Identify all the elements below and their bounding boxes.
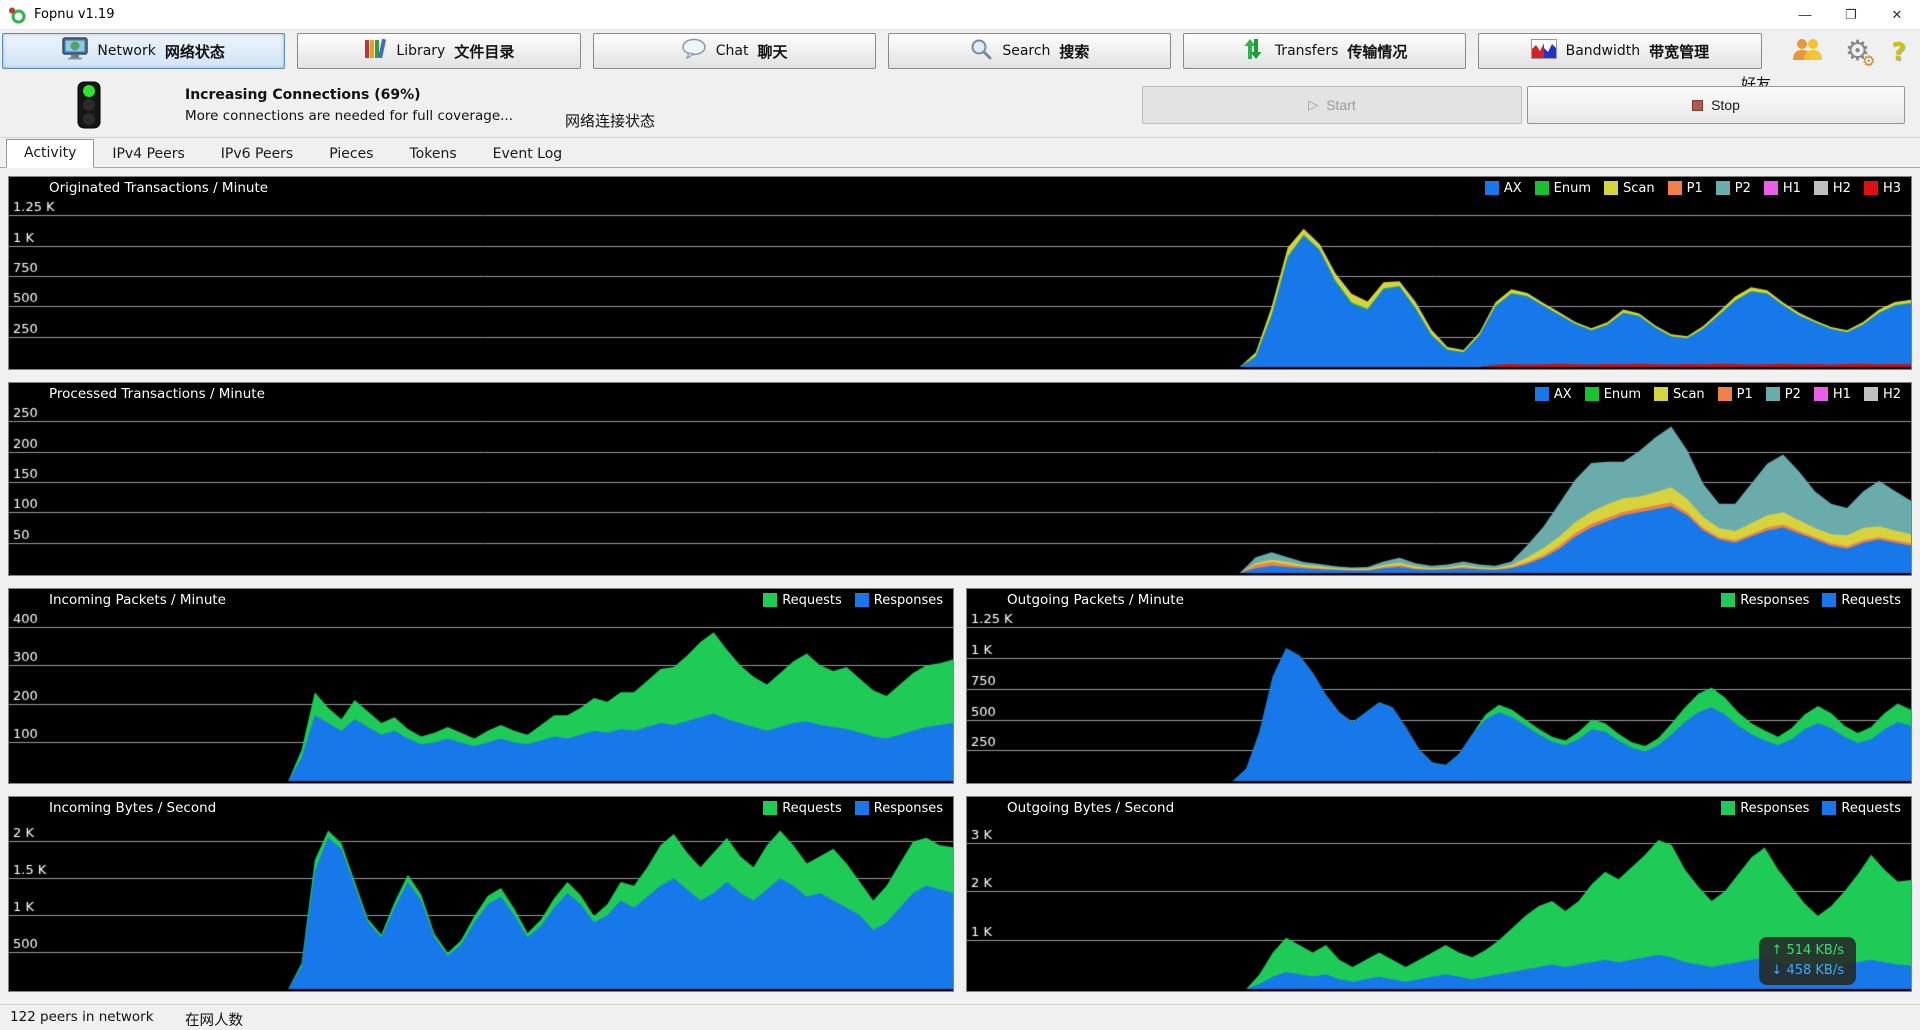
friends-icon[interactable] [1790,36,1824,66]
maximize-button[interactable]: ❐ [1828,0,1874,29]
start-button-label: Start [1326,97,1356,113]
download-arrow-icon: ↓ [1771,963,1782,978]
tab-tokens[interactable]: Tokens [391,140,474,168]
tab-network-label: Network [97,43,155,59]
tab-network[interactable]: Network 网络状态 [2,33,285,69]
connection-status-text: Increasing Connections (69%) More connec… [185,85,513,127]
tab-library-label: Library [396,43,445,59]
toolbar-icons: ⚙ ⚙ ? [1774,33,1917,69]
tab-bandwidth-label-zh: 带宽管理 [1649,41,1709,62]
tab-transfers-label: Transfers [1275,43,1339,59]
tab-transfers[interactable]: Transfers 传输情况 [1183,33,1466,69]
gear-small-glyph: ⚙ [1862,52,1875,70]
window-controls: — ❐ ✕ [1782,0,1920,29]
help-icon[interactable]: ? [1892,37,1907,66]
connection-status-title: Increasing Connections (69%) [185,85,513,106]
chart-canvas-outgoing-packets [967,589,1911,783]
stop-button[interactable]: Stop [1527,86,1905,124]
bandwidth-icon [1531,39,1557,63]
minimize-button[interactable]: — [1782,0,1828,29]
chart-canvas-processed [9,383,1911,575]
chat-icon [681,38,707,64]
window-title: Fopnu v1.19 [34,7,114,22]
search-icon [969,37,993,65]
chart-canvas-incoming-bytes [9,797,953,991]
tab-search-label: Search [1002,43,1050,59]
tab-bandwidth-label: Bandwidth [1566,43,1641,59]
chart-outgoing-bytes: Outgoing Bytes / Second ResponsesRequest… [966,796,1912,992]
chart-incoming-packets: Incoming Packets / Minute RequestsRespon… [8,588,954,784]
download-rate: 458 KB/s [1786,963,1844,978]
transfer-rate-tooltip: ↑ 514 KB/s ↓ 458 KB/s [1759,937,1856,985]
peers-count: 122 peers in network [10,1009,154,1025]
tab-bandwidth[interactable]: Bandwidth 带宽管理 [1478,33,1761,69]
app-logo-icon [8,6,26,24]
chart-incoming-bytes: Incoming Bytes / Second RequestsResponse… [8,796,954,992]
tab-library-label-zh: 文件目录 [454,41,514,62]
main-toolbar: Network 网络状态 Library 文件目录 Chat 聊天 Search… [0,30,1920,72]
start-icon: ▷ [1308,97,1318,113]
tab-activity[interactable]: Activity [6,139,94,168]
chart-originated-transactions: Originated Transactions / Minute AXEnumS… [8,176,1912,370]
tab-pieces[interactable]: Pieces [311,140,391,168]
network-view-tabs: Activity IPv4 Peers IPv6 Peers Pieces To… [0,138,1920,168]
tab-chat[interactable]: Chat 聊天 [593,33,876,69]
library-icon [363,37,387,65]
chart-processed-transactions: Processed Transactions / Minute AXEnumSc… [8,382,1912,576]
network-icon [62,37,88,65]
start-button[interactable]: ▷ Start [1142,86,1522,124]
tab-search-label-zh: 搜索 [1059,41,1089,62]
upload-rate: 514 KB/s [1786,943,1844,958]
tab-ipv4-peers[interactable]: IPv4 Peers [94,140,202,168]
tab-network-label-zh: 网络状态 [165,41,225,62]
traffic-light-icon [74,81,104,133]
tab-chat-label-zh: 聊天 [757,41,787,62]
title-bar: Fopnu v1.19 — ❐ ✕ [0,0,1920,30]
connection-status-zh: 网络连接状态 [565,110,655,131]
upload-arrow-icon: ↑ [1771,943,1782,958]
stop-icon [1692,100,1703,111]
chart-outgoing-packets: Outgoing Packets / Minute ResponsesReque… [966,588,1912,784]
transfers-icon [1242,37,1266,65]
tab-library[interactable]: Library 文件目录 [297,33,580,69]
tab-ipv6-peers[interactable]: IPv6 Peers [203,140,311,168]
activity-charts: Originated Transactions / Minute AXEnumS… [0,168,1920,1004]
close-button[interactable]: ✕ [1874,0,1920,29]
tab-search[interactable]: Search 搜索 [888,33,1171,69]
tab-event-log[interactable]: Event Log [475,140,581,168]
tab-transfers-label-zh: 传输情况 [1347,41,1407,62]
chart-canvas-incoming-packets [9,589,953,783]
connection-status-detail: More connections are needed for full cov… [185,106,513,127]
peers-count-zh: 在网人数 [185,1009,243,1030]
status-bar: 122 peers in network 在网人数 [0,1004,1920,1030]
chart-canvas-originated [9,177,1911,369]
tab-chat-label: Chat [716,43,749,59]
connection-bar: Increasing Connections (69%) More connec… [0,72,1920,138]
settings-gear-icon[interactable]: ⚙ ⚙ [1842,35,1874,67]
stop-button-label: Stop [1711,97,1740,113]
